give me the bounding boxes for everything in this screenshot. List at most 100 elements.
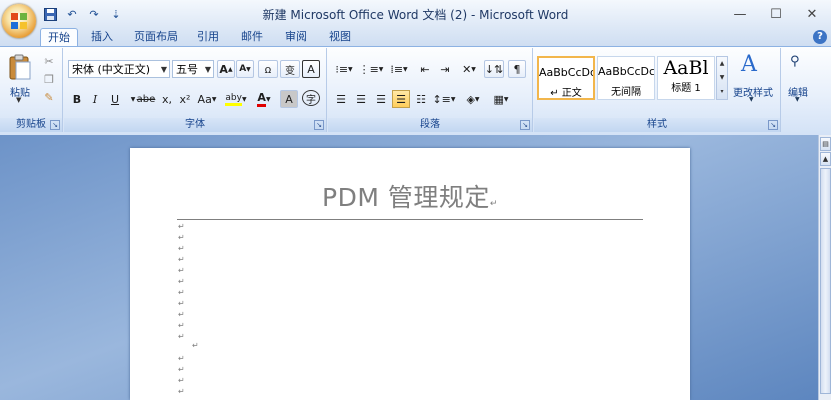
font-size-combo[interactable]: 五号 ▼ bbox=[172, 60, 214, 78]
numbered-list-icon: ⋮≡ bbox=[358, 62, 379, 76]
clear-format-button[interactable]: ꭥ bbox=[258, 60, 278, 78]
document-page[interactable]: PDM 管理规定↵ ↵ ↵ ↵ ↵ ↵ ↵ ↵ ↵ ↵ ↵ ↵ ↵ ↵ ↵ ↵ … bbox=[130, 148, 690, 400]
font-name-combo[interactable]: 宋体 (中文正文) ▼ bbox=[68, 60, 170, 78]
font-color-button[interactable]: A ▼ bbox=[252, 90, 276, 108]
styles-launcher-icon[interactable]: ↘ bbox=[768, 120, 778, 130]
tab-view[interactable]: 视图 bbox=[324, 28, 356, 46]
align-center-button[interactable]: ☰ bbox=[352, 90, 370, 108]
clipboard-group: 粘贴 ▼ ✂ ❐ ✎ 剪贴板 ↘ bbox=[0, 48, 63, 132]
font-launcher-icon[interactable]: ↘ bbox=[314, 120, 324, 130]
char-border-button[interactable]: A bbox=[302, 60, 320, 78]
redo-button[interactable]: ↷ bbox=[84, 5, 104, 23]
scrollbar-thumb[interactable] bbox=[820, 168, 831, 394]
distributed-button[interactable]: ☷ bbox=[412, 90, 430, 108]
save-button[interactable] bbox=[40, 5, 60, 23]
tab-review[interactable]: 审阅 bbox=[280, 28, 312, 46]
undo-icon: ↶ bbox=[67, 7, 77, 21]
justify-button[interactable]: ☰ bbox=[392, 90, 410, 108]
style-name: 无间隔 bbox=[611, 87, 641, 98]
align-center-icon: ☰ bbox=[356, 92, 366, 106]
grow-font-button[interactable]: A ▲ bbox=[217, 60, 235, 78]
customize-qat-button[interactable]: ⇣ bbox=[106, 5, 126, 23]
highlight-button[interactable]: aby ▼ bbox=[224, 90, 248, 108]
vertical-scrollbar[interactable]: ▤ ▲ bbox=[818, 135, 831, 400]
editing-button[interactable]: ⚲ 编辑 ▼ bbox=[784, 52, 812, 108]
multilevel-list-button[interactable]: ⁞≡ ▼ bbox=[386, 60, 412, 78]
bold-button[interactable]: B bbox=[68, 90, 86, 108]
chevron-down-icon: ▼ bbox=[241, 95, 247, 103]
paragraph-launcher-icon[interactable]: ↘ bbox=[520, 120, 530, 130]
subscript-button[interactable]: x, bbox=[158, 90, 176, 108]
numbering-button[interactable]: ⋮≡ ▼ bbox=[358, 60, 384, 78]
tab-home[interactable]: 开始 bbox=[40, 28, 78, 47]
font-group-label: 字体 bbox=[64, 118, 326, 132]
increase-indent-button[interactable]: ⇥ bbox=[436, 60, 454, 78]
chevron-down-icon: ▼ bbox=[265, 95, 271, 103]
borders-button[interactable]: ▦ ▼ bbox=[488, 90, 514, 108]
change-styles-button[interactable]: A 更改样式 ▼ bbox=[731, 52, 775, 108]
paragraph-mark: ↵ bbox=[178, 277, 185, 286]
decrease-indent-button[interactable]: ⇤ bbox=[416, 60, 434, 78]
font-size-value: 五号 bbox=[176, 63, 198, 76]
change-case-button[interactable]: Aa ▼ bbox=[195, 90, 219, 108]
paragraph-mark: ↵ bbox=[178, 255, 185, 264]
phonetic-guide-button[interactable]: 变 bbox=[280, 60, 300, 78]
styles-scroll-buttons[interactable]: ▲ ▼ ▾ bbox=[716, 56, 728, 100]
scroll-up-icon[interactable]: ▲ bbox=[820, 152, 831, 166]
paragraph-mark: ↵ bbox=[178, 387, 185, 396]
underline-button[interactable]: U bbox=[106, 90, 124, 108]
ruler-toggle-icon[interactable]: ▤ bbox=[820, 137, 831, 151]
paragraph-mark: ↵ bbox=[178, 288, 185, 297]
tab-references[interactable]: 引用 bbox=[192, 28, 224, 46]
redo-icon: ↷ bbox=[89, 7, 99, 21]
paragraph-group: ⁝≡ ▼ ⋮≡ ▼ ⁞≡ ▼ ⇤ ⇥ ✕ ▼ ↓⇅ ¶ ☰ ☰ ☰ ☰ ☷ ↕≡ ▼ ◈ ▼… bbox=[328, 48, 533, 132]
paste-button[interactable]: 粘贴 ▼ bbox=[6, 52, 34, 104]
show-marks-button[interactable]: ¶ bbox=[508, 60, 526, 78]
style-no-spacing[interactable]: AaBbCcDc 无间隔 bbox=[597, 56, 655, 100]
align-right-button[interactable]: ☰ bbox=[372, 90, 390, 108]
strikethrough-button[interactable]: abe bbox=[136, 90, 156, 108]
style-sample: AaBl bbox=[663, 57, 709, 79]
phonetic-icon: 变 bbox=[285, 65, 295, 77]
scroll-down-icon[interactable]: ▼ bbox=[717, 71, 727, 85]
styles-group-label: 样式 bbox=[534, 118, 780, 132]
increase-indent-icon: ⇥ bbox=[440, 62, 450, 76]
office-button[interactable] bbox=[2, 4, 36, 38]
shading-button[interactable]: ◈ ▼ bbox=[460, 90, 486, 108]
style-name: ↵ 正文 bbox=[550, 88, 582, 99]
document-title[interactable]: PDM 管理规定↵ bbox=[130, 178, 690, 214]
char-shading-button[interactable]: A bbox=[280, 90, 298, 108]
tab-insert[interactable]: 插入 bbox=[86, 28, 118, 46]
align-left-button[interactable]: ☰ bbox=[332, 90, 350, 108]
paragraph-mark: ↵ bbox=[178, 365, 185, 374]
tab-mailings[interactable]: 邮件 bbox=[236, 28, 268, 46]
help-button[interactable]: ? bbox=[813, 30, 827, 44]
cut-button[interactable]: ✂ bbox=[40, 54, 58, 68]
format-painter-button[interactable]: ✎ bbox=[40, 90, 58, 104]
clipboard-launcher-icon[interactable]: ↘ bbox=[50, 120, 60, 130]
pilcrow-icon: ¶ bbox=[513, 62, 521, 76]
undo-button[interactable]: ↶ bbox=[62, 5, 82, 23]
sort-icon: ↓⇅ bbox=[484, 62, 504, 76]
sort-button[interactable]: ↓⇅ bbox=[484, 60, 504, 78]
style-heading-1[interactable]: AaBl 标题 1 bbox=[657, 56, 715, 100]
scroll-up-icon[interactable]: ▲ bbox=[717, 57, 727, 71]
superscript-button[interactable]: x² bbox=[176, 90, 194, 108]
save-icon bbox=[43, 7, 57, 21]
paragraph-mark: ↵ bbox=[178, 376, 185, 385]
tab-page-layout[interactable]: 页面布局 bbox=[130, 28, 182, 46]
more-styles-icon[interactable]: ▾ bbox=[717, 85, 727, 99]
chinese-layout-button[interactable]: ✕ ▼ bbox=[458, 60, 480, 78]
copy-button[interactable]: ❐ bbox=[40, 72, 58, 86]
enclose-chars-button[interactable]: 字 bbox=[302, 90, 320, 106]
style-normal[interactable]: AaBbCcDd ↵ 正文 bbox=[537, 56, 595, 100]
line-spacing-button[interactable]: ↕≡ ▼ bbox=[432, 90, 456, 108]
chevron-down-icon: ▼ bbox=[795, 96, 800, 103]
shrink-font-button[interactable]: A ▼ bbox=[236, 60, 254, 78]
bullets-button[interactable]: ⁝≡ ▼ bbox=[332, 60, 356, 78]
chinese-layout-icon: ✕ bbox=[462, 62, 472, 76]
italic-button[interactable]: I bbox=[86, 90, 104, 108]
chevron-down-icon[interactable]: ▼ bbox=[205, 61, 211, 79]
chevron-down-icon[interactable]: ▼ bbox=[161, 61, 167, 79]
close-button[interactable]: ✕ bbox=[789, 0, 831, 28]
